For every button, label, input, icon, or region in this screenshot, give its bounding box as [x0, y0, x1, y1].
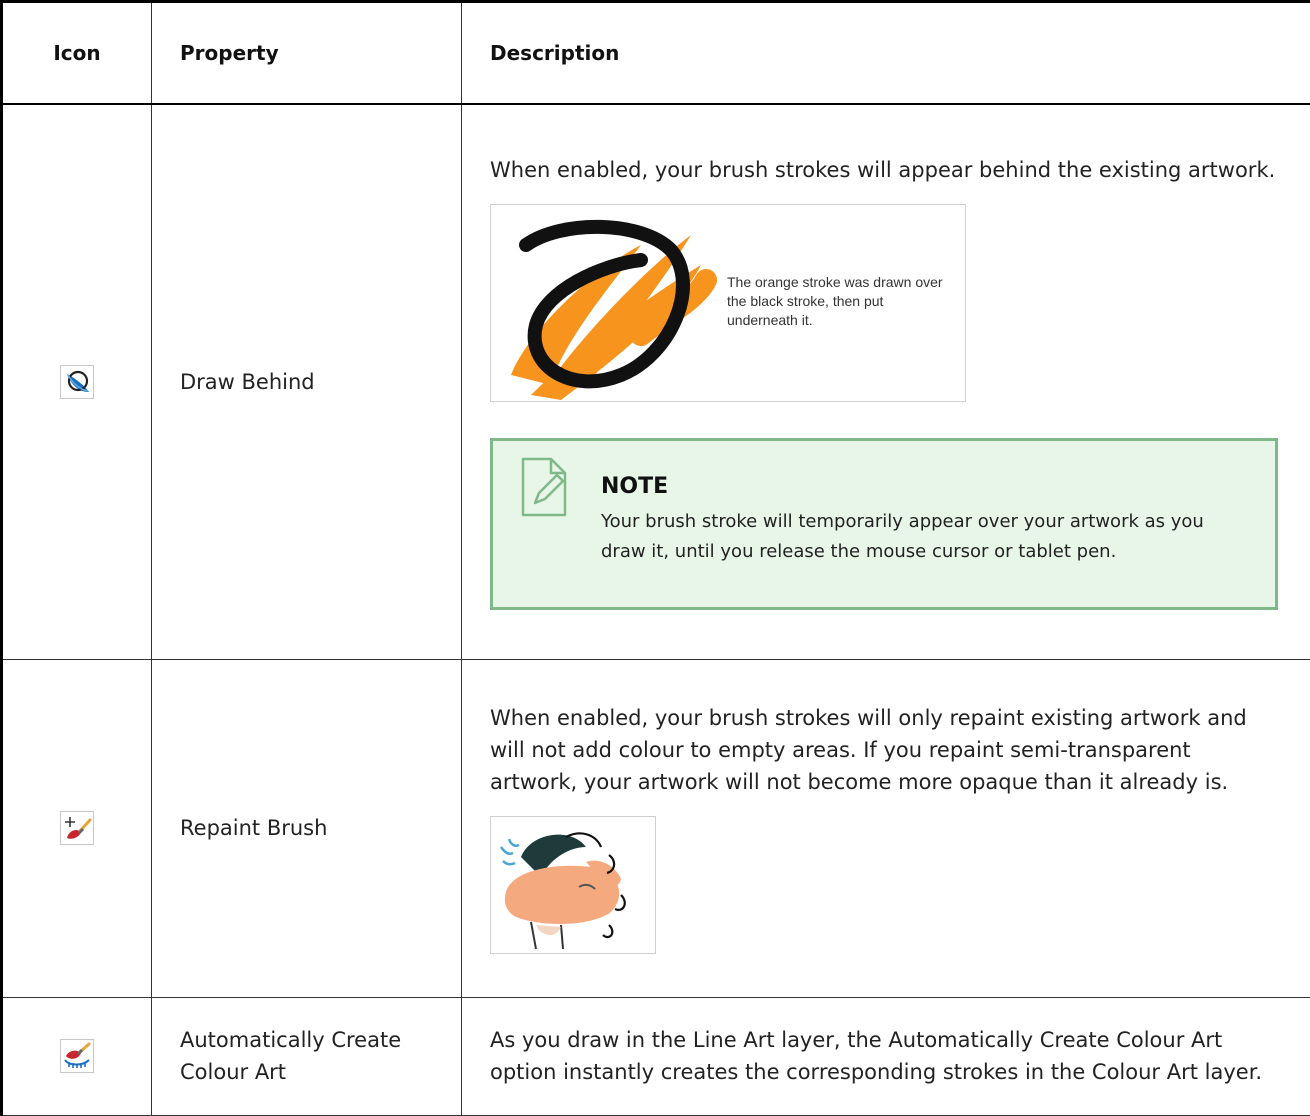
property-name: Draw Behind [152, 104, 462, 659]
character-illustration [491, 817, 655, 953]
icon-cell [2, 104, 152, 659]
header-property: Property [152, 2, 462, 105]
header-description: Description [462, 2, 1310, 105]
note-title: NOTE [601, 471, 668, 503]
note-box: NOTE Your brush stroke will temporarily … [490, 438, 1278, 610]
note-icon [517, 455, 571, 519]
description-text: When enabled, your brush strokes will on… [490, 702, 1282, 798]
description-cell: As you draw in the Line Art layer, the A… [462, 997, 1310, 1115]
property-name: Automatically Create Colour Art [152, 997, 462, 1115]
description-cell: When enabled, your brush strokes will on… [462, 659, 1310, 997]
figure-caption: The orange stroke was drawn over the bla… [727, 273, 957, 330]
note-text: Your brush stroke will temporarily appea… [601, 507, 1235, 567]
auto-colour-art-icon [60, 1039, 94, 1073]
table-row: Draw Behind When enabled, your brush str… [2, 104, 1310, 659]
repaint-example-image [490, 816, 656, 954]
draw-behind-example-image: The orange stroke was drawn over the bla… [490, 204, 966, 402]
icon-cell [2, 997, 152, 1115]
description-text: As you draw in the Line Art layer, the A… [490, 1024, 1282, 1088]
icon-cell [2, 659, 152, 997]
property-name: Repaint Brush [152, 659, 462, 997]
draw-behind-icon [60, 365, 94, 399]
table-header-row: Icon Property Description [2, 2, 1310, 105]
description-text: When enabled, your brush strokes will ap… [490, 154, 1282, 186]
properties-table: Icon Property Description Draw Behind Wh… [0, 0, 1310, 1116]
description-cell: When enabled, your brush strokes will ap… [462, 104, 1310, 659]
table-row: Repaint Brush When enabled, your brush s… [2, 659, 1310, 997]
repaint-brush-icon [60, 811, 94, 845]
table-row: Automatically Create Colour Art As you d… [2, 997, 1310, 1115]
header-icon: Icon [2, 2, 152, 105]
